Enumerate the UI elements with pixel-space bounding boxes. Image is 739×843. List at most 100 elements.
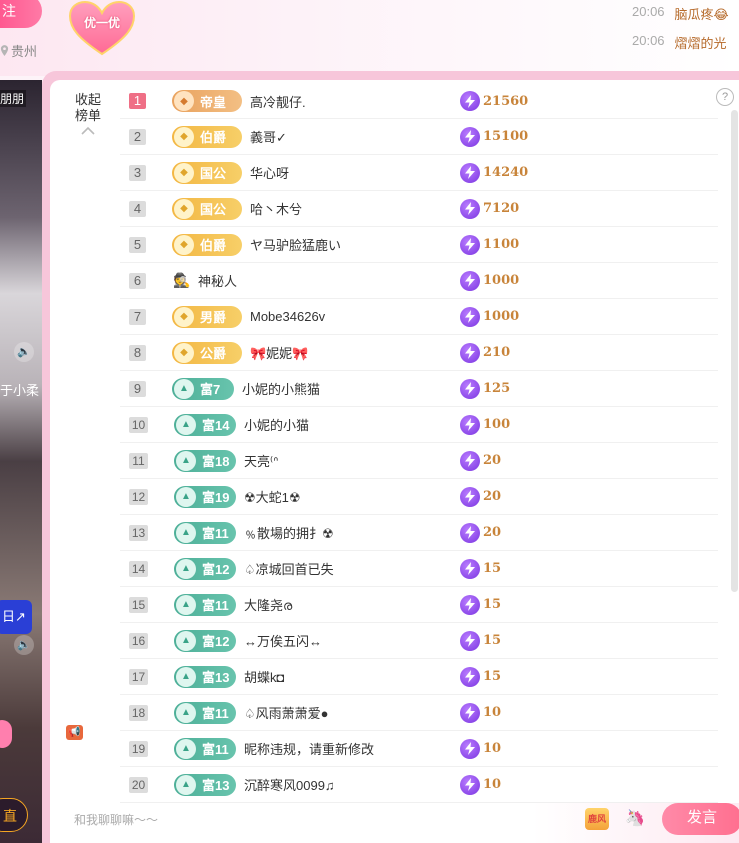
- ranking-row[interactable]: 6 🕵 神秘人 1000: [120, 263, 718, 299]
- score-value: 15100: [483, 129, 529, 144]
- noble-badge: ◆ 帝皇: [172, 90, 242, 112]
- expand-button[interactable]: 日↗: [0, 600, 32, 634]
- ranking-row[interactable]: 5 ◆ 伯爵 ヤ马驴脸猛鹿い 1100: [120, 227, 718, 263]
- gift-icon[interactable]: 🦄: [625, 808, 651, 830]
- mountain-icon: ▲: [176, 666, 196, 687]
- mountain-icon: ▲: [176, 414, 196, 435]
- ranking-row[interactable]: 19 ▲ 富11 昵称违规，请重新修改 10: [120, 731, 718, 767]
- noble-badge: ◆ 伯爵: [172, 233, 242, 256]
- ranking-row[interactable]: 13 ▲ 富11 ﹪散場的拥扌☢ 20: [120, 515, 718, 551]
- mountain-icon: ▲: [176, 738, 196, 759]
- ranking-row[interactable]: 3 ◆ 国公 华心呀 14240: [120, 155, 718, 191]
- wealth-level-badge: ▲ 富11: [174, 737, 236, 760]
- rank-number: 11: [129, 452, 148, 469]
- ranking-row[interactable]: 12 ▲ 富19 ☢大蛇1☢ 20: [120, 479, 718, 515]
- lightning-icon: [460, 774, 480, 795]
- follow-button[interactable]: 注: [0, 0, 42, 28]
- username[interactable]: 昵称违规，请重新修改: [244, 739, 374, 758]
- location: 贵州: [0, 41, 37, 60]
- rank-number: 14: [129, 560, 148, 577]
- ranking-row[interactable]: 20 ▲ 富13 沉醉寒风0099♫ 10: [120, 767, 718, 803]
- lightning-icon: [460, 486, 480, 507]
- wealth-level-badge: ▲ 富11: [174, 521, 236, 544]
- lightning-icon: [460, 630, 480, 651]
- ranking-row[interactable]: 7 ◆ 男爵 Mobe34626v 1000: [120, 299, 718, 335]
- username[interactable]: 小妮的小猫: [244, 415, 309, 434]
- side-button[interactable]: 直: [0, 798, 28, 832]
- ranking-row[interactable]: 16 ▲ 富12 ↔万俟五闪↔ 15: [120, 623, 718, 659]
- username[interactable]: ☢大蛇1☢: [244, 487, 301, 506]
- ranking-row[interactable]: 4 ◆ 国公 哈丶木兮 7120: [120, 191, 718, 227]
- username[interactable]: 神秘人: [198, 271, 237, 290]
- lightning-icon: [460, 702, 480, 723]
- chat-input[interactable]: 和我聊聊嘛～～: [74, 811, 158, 828]
- username[interactable]: ♤风雨萧萧爱●: [244, 703, 329, 722]
- contribution-score: 15: [460, 594, 501, 615]
- badge-label: 伯爵: [200, 130, 227, 145]
- score-value: 20: [483, 453, 502, 468]
- username[interactable]: 沉醉寒风0099♫: [244, 775, 335, 794]
- username[interactable]: 哈丶木兮: [250, 199, 302, 218]
- ranking-row[interactable]: 8 ◆ 公爵 🎀妮妮🎀 210: [120, 335, 718, 371]
- score-value: 1000: [483, 273, 520, 288]
- username[interactable]: 義哥✓: [250, 127, 287, 146]
- username[interactable]: 大隆尧ര: [244, 595, 292, 614]
- rank-number: 15: [129, 596, 148, 613]
- username[interactable]: ↔万俟五闪↔: [244, 631, 322, 650]
- badge-label: 男爵: [200, 310, 227, 325]
- crown-icon: ◆: [174, 91, 194, 111]
- help-icon[interactable]: ?: [716, 88, 734, 106]
- mountain-icon: ▲: [176, 630, 196, 651]
- mountain-icon: ▲: [176, 486, 196, 507]
- lightning-icon: [460, 666, 480, 687]
- username[interactable]: 华心呀: [250, 163, 289, 182]
- score-value: 20: [483, 525, 502, 540]
- badge-label: 富12: [202, 562, 230, 577]
- badge-label: 富11: [202, 742, 229, 757]
- ranking-row[interactable]: 15 ▲ 富11 大隆尧ര 15: [120, 587, 718, 623]
- mountain-icon: ▲: [176, 450, 196, 471]
- username[interactable]: 高冷靓仔.: [250, 92, 306, 111]
- ranking-row[interactable]: 2 ◆ 伯爵 義哥✓ 15100: [120, 119, 718, 155]
- score-value: 10: [483, 705, 502, 720]
- username[interactable]: 小妮的小熊猫: [242, 379, 320, 398]
- badge-label: 国公: [200, 202, 227, 217]
- ranking-row[interactable]: 18 ▲ 富11 ♤风雨萧萧爱● 10: [120, 695, 718, 731]
- lightning-icon: [460, 738, 480, 759]
- rank-number: 13: [129, 524, 148, 541]
- ranking-row[interactable]: 1 ◆ 帝皇 高冷靓仔. 21560: [120, 84, 718, 119]
- username[interactable]: 天亮⁽ᐢ: [244, 451, 278, 470]
- wealth-level-badge: ▲ 富7: [172, 377, 234, 400]
- ranking-row[interactable]: 14 ▲ 富12 ♤凉城回首已失 15: [120, 551, 718, 587]
- score-value: 210: [483, 345, 511, 360]
- live-video[interactable]: 朋朋 🔈 于小柔 日↗ 🔈 直: [0, 80, 42, 843]
- username[interactable]: 胡蝶k◘: [244, 667, 284, 686]
- lightning-icon: [460, 342, 480, 363]
- ranking-row[interactable]: 9 ▲ 富7 小妮的小熊猫 125: [120, 371, 718, 407]
- username[interactable]: ヤ马驴脸猛鹿い: [250, 235, 341, 254]
- speaker-icon[interactable]: 🔈: [14, 342, 34, 362]
- username[interactable]: 🎀妮妮🎀: [250, 343, 308, 362]
- megaphone-icon[interactable]: 📢: [66, 725, 83, 740]
- noble-badge: ◆ 公爵: [172, 341, 242, 364]
- crown-icon: ◆: [174, 306, 194, 327]
- collapse-ranking-button[interactable]: 收起 榜单: [72, 92, 104, 136]
- message-time: 20:06: [632, 4, 665, 19]
- fan-badge[interactable]: 优一优: [62, 0, 142, 60]
- send-button[interactable]: 发言: [662, 803, 739, 835]
- ranking-row[interactable]: 11 ▲ 富18 天亮⁽ᐢ 20: [120, 443, 718, 479]
- ranking-row[interactable]: 10 ▲ 富14 小妮的小猫 100: [120, 407, 718, 443]
- scrollbar[interactable]: [731, 110, 738, 592]
- badge-label: 国公: [200, 166, 227, 181]
- contribution-score: 10: [460, 738, 501, 759]
- badge-label: 富11: [202, 598, 229, 613]
- username[interactable]: Mobe34626v: [250, 309, 325, 324]
- noble-badge: ◆ 国公: [172, 197, 242, 220]
- username[interactable]: ﹪散場的拥扌☢: [244, 523, 334, 542]
- speaker-icon[interactable]: 🔈: [14, 635, 34, 655]
- emoji-button[interactable]: 鹿风: [585, 808, 609, 830]
- ranking-row[interactable]: 17 ▲ 富13 胡蝶k◘ 15: [120, 659, 718, 695]
- contribution-score: 1100: [460, 234, 519, 255]
- username[interactable]: ♤凉城回首已失: [244, 559, 334, 578]
- rank-number: 5: [129, 236, 146, 253]
